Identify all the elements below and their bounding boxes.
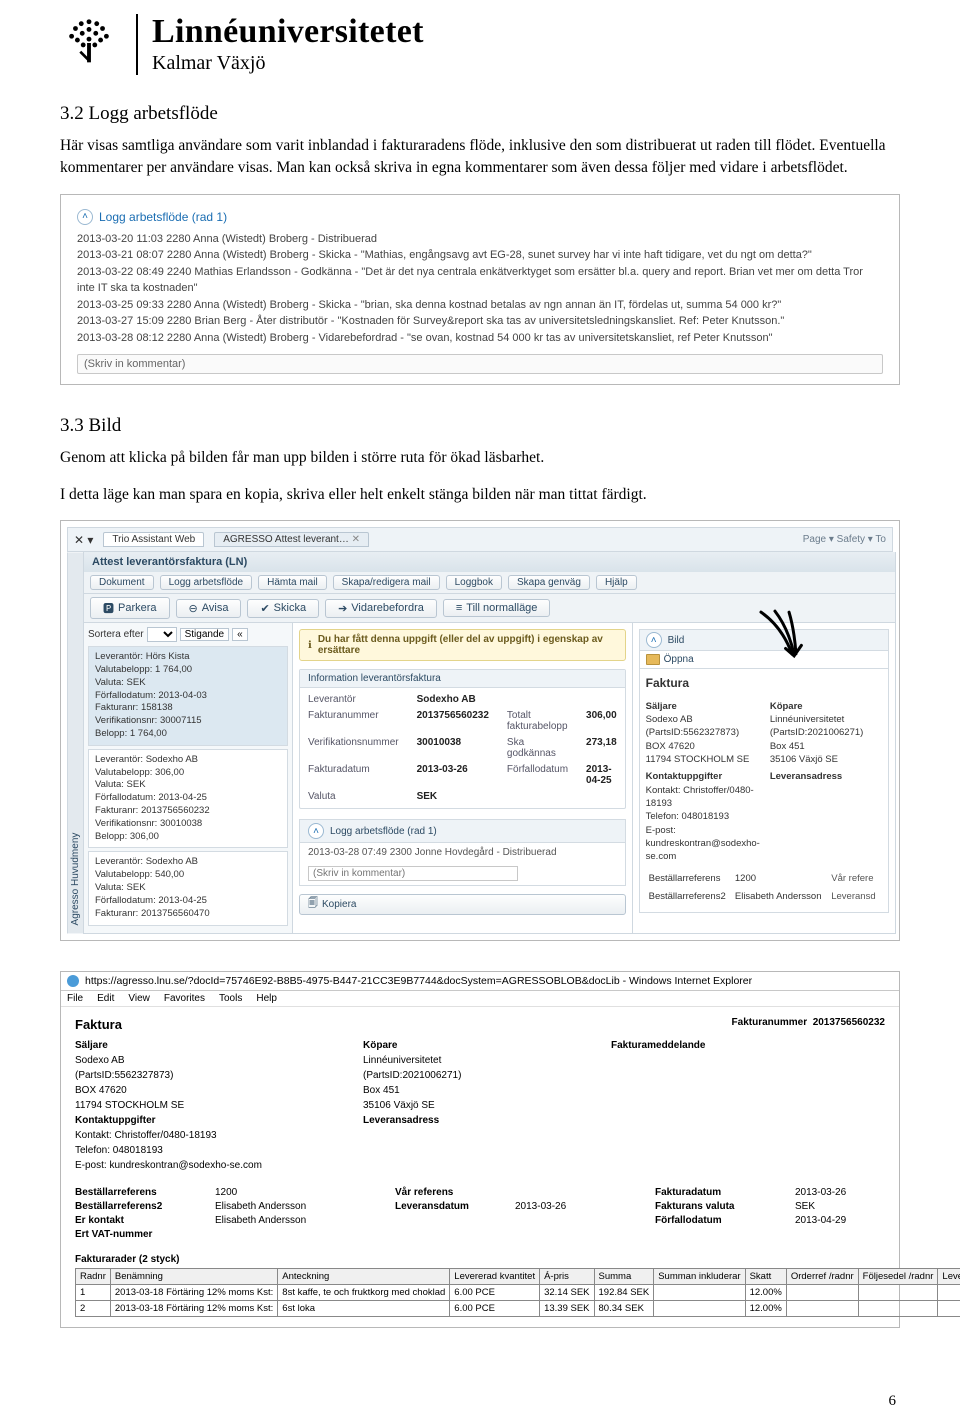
invoice-list-panel: Sortera efter Stigande « Leverantör: Hör… [84,623,293,932]
doc-heading: Faktura [75,1017,122,1032]
screenshot-invoice-popup: https://agresso.lnu.se/?docId=75746E92-B… [60,971,900,1328]
info-icon: ℹ [308,640,312,651]
bild-panel: ˄ Bild Öppna Faktura Säljare [633,623,895,932]
log-line: 2013-03-28 08:12 2280 Anna (Wistedt) Bro… [77,330,883,347]
menu-view[interactable]: View [128,993,150,1004]
chevron-up-icon[interactable]: ˄ [77,209,93,225]
sublog-comment-input[interactable] [308,866,518,881]
log-panel-title[interactable]: ˄ Logg arbetsflöde (rad 1) [77,209,883,225]
doc-fakturanummer: Fakturanummer 2013756560232 [732,1017,885,1038]
invoice-image-preview[interactable]: Faktura Säljare Sodexo AB (PartsID:55623… [639,668,889,913]
hand-arrow-annotation-icon [741,607,815,675]
menu-help[interactable]: Help [256,993,277,1004]
log-line: 2013-03-20 11:03 2280 Anna (Wistedt) Bro… [77,231,883,248]
screenshot-log-workflow: ˄ Logg arbetsflöde (rad 1) 2013-03-20 11… [60,194,900,386]
ie-titlebar: https://agresso.lnu.se/?docId=75746E92-B… [61,972,899,991]
substitute-notice: ℹ Du har fått denna uppgift (eller del a… [299,629,626,661]
btn-loggbok[interactable]: Loggbok [446,575,502,590]
list-item[interactable]: Leverantör: Sodexho AB Valutabelopp: 306… [88,749,288,849]
comment-input[interactable]: (Skriv in kommentar) [77,354,883,374]
screenshot-agresso-app: ✕ ▾ Trio Assistant Web AGRESSO Attest le… [60,520,900,940]
log-line: 2013-03-25 09:33 2280 Anna (Wistedt) Bro… [77,297,883,314]
lines-header: Fakturarader (2 styck) [75,1254,885,1265]
menu-tools[interactable]: Tools [219,993,242,1004]
log-line: 2013-03-21 08:07 2280 Anna (Wistedt) Bro… [77,247,883,264]
invoice-lines-table: RadnrBenämningAnteckning Levererad kvant… [75,1268,960,1317]
btn-normallage[interactable]: ≡ Till normalläge [443,599,551,617]
btn-dokument[interactable]: Dokument [90,575,154,590]
btn-genvag[interactable]: Skapa genväg [508,575,590,590]
section-heading-3-2: 3.2 Logg arbetsflöde [60,103,900,125]
btn-skapa-mail[interactable]: Skapa/redigera mail [333,575,440,590]
university-name-block: Linnéuniversitetet Kalmar Växjö [136,14,424,75]
table-row: 12013-03-18 Förtäring 12% moms Kst:8st k… [76,1284,960,1300]
document-header: Linnéuniversitetet Kalmar Växjö [60,10,900,75]
sublog-line: 2013-03-28 07:49 2300 Jonne Hovdegård - … [300,843,625,862]
table-row: 22013-03-18 Förtäring 12% moms Kst:6st l… [76,1300,960,1316]
btn-logg[interactable]: Logg arbetsflöde [160,575,253,590]
folder-icon [646,654,660,665]
ie-icon [67,975,79,987]
section-heading-3-3: 3.3 Bild [60,415,900,437]
info-panel-header: Information leverantörsfaktura [300,670,625,688]
list-item[interactable]: Leverantör: Hörs Kista Valutabelopp: 1 7… [88,646,288,746]
sort-field[interactable] [147,627,177,642]
invoice-doc: Faktura Fakturanummer 2013756560232 Sälj… [61,1007,899,1327]
sublog-header[interactable]: ˄ Logg arbetsflöde (rad 1) [300,820,625,843]
faktura-heading: Faktura [646,675,882,692]
sort-label: Sortera efter [88,629,144,640]
tree-logo-icon [60,14,118,72]
ie-menubar: File Edit View Favorites Tools Help [61,991,899,1007]
toolbar-primary: Dokument Logg arbetsflöde Hämta mail Ska… [83,572,896,594]
page-number: 6 [889,1393,897,1410]
menu-edit[interactable]: Edit [97,993,114,1004]
btn-skicka[interactable]: ✔ Skicka [247,599,319,618]
invoice-detail-panel: ℹ Du har fått denna uppgift (eller del a… [293,623,633,932]
log-line: 2013-03-27 15:09 2280 Brian Berg - Åter … [77,313,883,330]
section-3-2-paragraph: Här visas samtliga användare som varit i… [60,135,900,180]
chevron-up-icon[interactable]: ˄ [646,632,662,648]
btn-kopiera[interactable]: 🗐 Kopiera [299,894,626,915]
log-panel-title-text: Logg arbetsflöde (rad 1) [99,210,227,224]
btn-hjalp[interactable]: Hjälp [596,575,637,590]
btn-parkera[interactable]: 🅿 Parkera [90,597,170,619]
btn-avvisa[interactable]: ⊖ Avisa [176,599,242,618]
log-entries: 2013-03-20 11:03 2280 Anna (Wistedt) Bro… [77,231,883,347]
list-item[interactable]: Leverantör: Sodexho AB Valutabelopp: 540… [88,851,288,925]
menu-file[interactable]: File [67,993,83,1004]
university-name: Linnéuniversitetet [152,14,424,50]
window-title: Attest leverantörsfaktura (LN) [83,552,896,572]
log-line: 2013-03-22 08:49 2240 Mathias Erlandsson… [77,264,883,297]
agresso-main-menu-tab[interactable]: Agresso Huvudmeny [67,552,83,933]
browser-tools[interactable]: Page ▾ Safety ▾ To [803,534,886,545]
btn-hamta-mail[interactable]: Hämta mail [258,575,327,590]
section-3-3-paragraph-2: I detta läge kan man spara en kopia, skr… [60,484,900,506]
sort-dir[interactable]: Stigande [180,628,229,641]
browser-tabbar: ✕ ▾ Trio Assistant Web AGRESSO Attest le… [67,527,893,552]
menu-favorites[interactable]: Favorites [164,993,205,1004]
browser-tab-trio[interactable]: Trio Assistant Web [103,532,204,547]
university-subtitle: Kalmar Växjö [152,52,424,75]
browser-tab-agresso[interactable]: AGRESSO Attest leverant… ✕ [214,532,369,547]
ie-title-text: https://agresso.lnu.se/?docId=75746E92-B… [85,975,752,987]
chevron-up-icon[interactable]: ˄ [308,823,324,839]
sort-collapse[interactable]: « [232,628,248,641]
btn-vidarebefordra[interactable]: ➔ Vidarebefordra [325,599,437,618]
section-3-3-paragraph-1: Genom att klicka på bilden får man upp b… [60,447,900,469]
